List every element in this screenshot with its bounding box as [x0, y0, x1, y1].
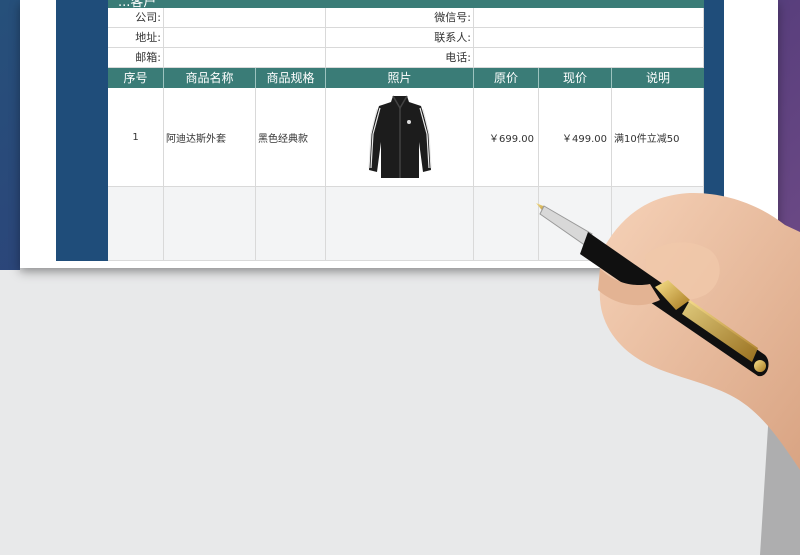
- label-email: 邮箱:: [108, 48, 164, 68]
- header-photo: 照片: [326, 68, 474, 88]
- cell-original-price[interactable]: ￥699.00: [474, 88, 539, 187]
- label-contact: 联系人:: [326, 28, 474, 48]
- cell-name[interactable]: 阿迪达斯外套: [164, 88, 256, 187]
- title-bar: ...客户: [108, 0, 704, 8]
- header-original-price: 原价: [474, 68, 539, 88]
- label-wechat: 微信号:: [326, 8, 474, 28]
- header-current-price: 现价: [539, 68, 612, 88]
- cell-original-price[interactable]: [474, 187, 539, 261]
- header-spec: 商品规格: [256, 68, 326, 88]
- info-row-address: 地址: 联系人:: [108, 28, 704, 48]
- header-name: 商品名称: [164, 68, 256, 88]
- table-row: [108, 187, 704, 261]
- cell-index[interactable]: 1: [108, 88, 164, 187]
- info-row-company: 公司: 微信号:: [108, 8, 704, 28]
- field-wechat[interactable]: [474, 8, 704, 28]
- jacket-photo: [367, 95, 432, 178]
- table-header: 序号 商品名称 商品规格 照片 原价 现价 说明: [108, 68, 704, 88]
- header-note: 说明: [645, 71, 670, 85]
- field-company[interactable]: [164, 8, 326, 28]
- cell-name[interactable]: [164, 187, 256, 261]
- cell-current-price[interactable]: [539, 187, 612, 261]
- cell-index[interactable]: [108, 187, 164, 261]
- label-phone: 电话:: [326, 48, 474, 68]
- info-row-email: 邮箱: 电话:: [108, 48, 704, 68]
- table-row: 1 阿迪达斯外套 黑色经典款 ￥699.00 ￥499.00 满10件立减50: [108, 88, 704, 187]
- label-address: 地址:: [108, 28, 164, 48]
- cell-spec[interactable]: [256, 187, 326, 261]
- sheet-title: ...客户: [118, 0, 157, 8]
- field-address[interactable]: [164, 28, 326, 48]
- cell-photo[interactable]: [326, 88, 474, 187]
- field-contact[interactable]: [474, 28, 704, 48]
- cell-note[interactable]: [612, 187, 704, 261]
- cell-spec[interactable]: 黑色经典款: [256, 88, 326, 187]
- field-phone[interactable]: [474, 48, 704, 68]
- field-email[interactable]: [164, 48, 326, 68]
- header-index: 序号: [108, 68, 164, 88]
- cell-note[interactable]: 满10件立减50: [612, 88, 704, 187]
- cell-current-price[interactable]: ￥499.00: [539, 88, 612, 187]
- cell-photo[interactable]: [326, 187, 474, 261]
- order-table: ...客户 公司: 微信号: 地址: 联系人: 邮箱: 电话: 序号 商品名称 …: [108, 0, 704, 261]
- label-company: 公司:: [108, 8, 164, 28]
